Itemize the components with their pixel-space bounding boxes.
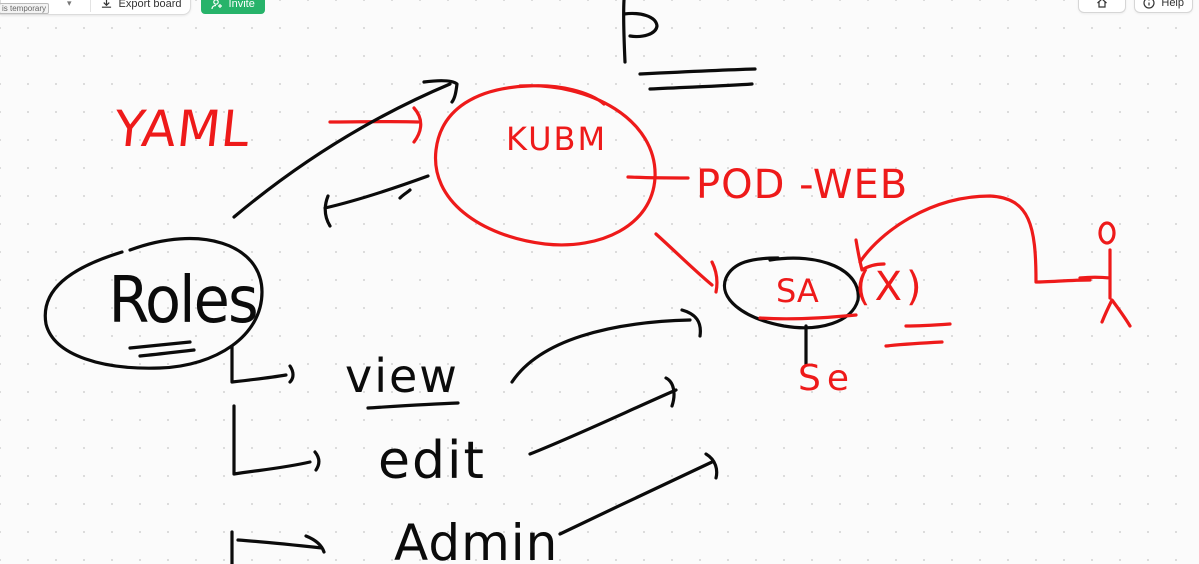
- arrow-admin-to-sa: [558, 452, 719, 536]
- pod-web-label: POD -WEB: [696, 162, 908, 208]
- kubm-circle: [433, 84, 657, 247]
- roles-underline: [128, 340, 196, 358]
- role-item-edit: edit: [378, 431, 486, 491]
- role-item-admin: Admin: [394, 514, 558, 564]
- se-label: Se: [798, 358, 855, 399]
- arrow-view-to-sa: [510, 308, 702, 384]
- view-underline: [366, 401, 460, 410]
- arrow-kubm-to-roles: [323, 174, 430, 228]
- x-label: (X): [855, 264, 926, 310]
- user-arc-head: [854, 238, 886, 272]
- arrow-tick: [398, 188, 412, 200]
- branch-admin: [230, 530, 326, 564]
- title-underline-2: [648, 82, 754, 91]
- pod-connector: [626, 175, 690, 180]
- yaml-note: YAML: [110, 99, 253, 158]
- ink-layer: BAC YAML KUBM POD -WEB SA (X) Se Roles v…: [43, 0, 1132, 564]
- branch-view: [230, 344, 295, 384]
- arrow-edit-to-sa: [528, 376, 678, 456]
- roles-label: Roles: [109, 263, 257, 338]
- user-figure: [1078, 221, 1132, 328]
- x-underline: [884, 322, 952, 348]
- title-letter-r-stroke: [621, 0, 659, 64]
- branch-edit: [232, 404, 321, 476]
- role-item-view: view: [345, 349, 459, 403]
- sa-label: SA: [776, 272, 819, 310]
- title-text: BAC: [660, 23, 756, 67]
- arrow-roles-to-kubm: [232, 79, 459, 219]
- kubm-to-sa-line: [654, 232, 719, 294]
- kubm-label: KUBM: [506, 120, 607, 158]
- title-underline: [638, 67, 757, 76]
